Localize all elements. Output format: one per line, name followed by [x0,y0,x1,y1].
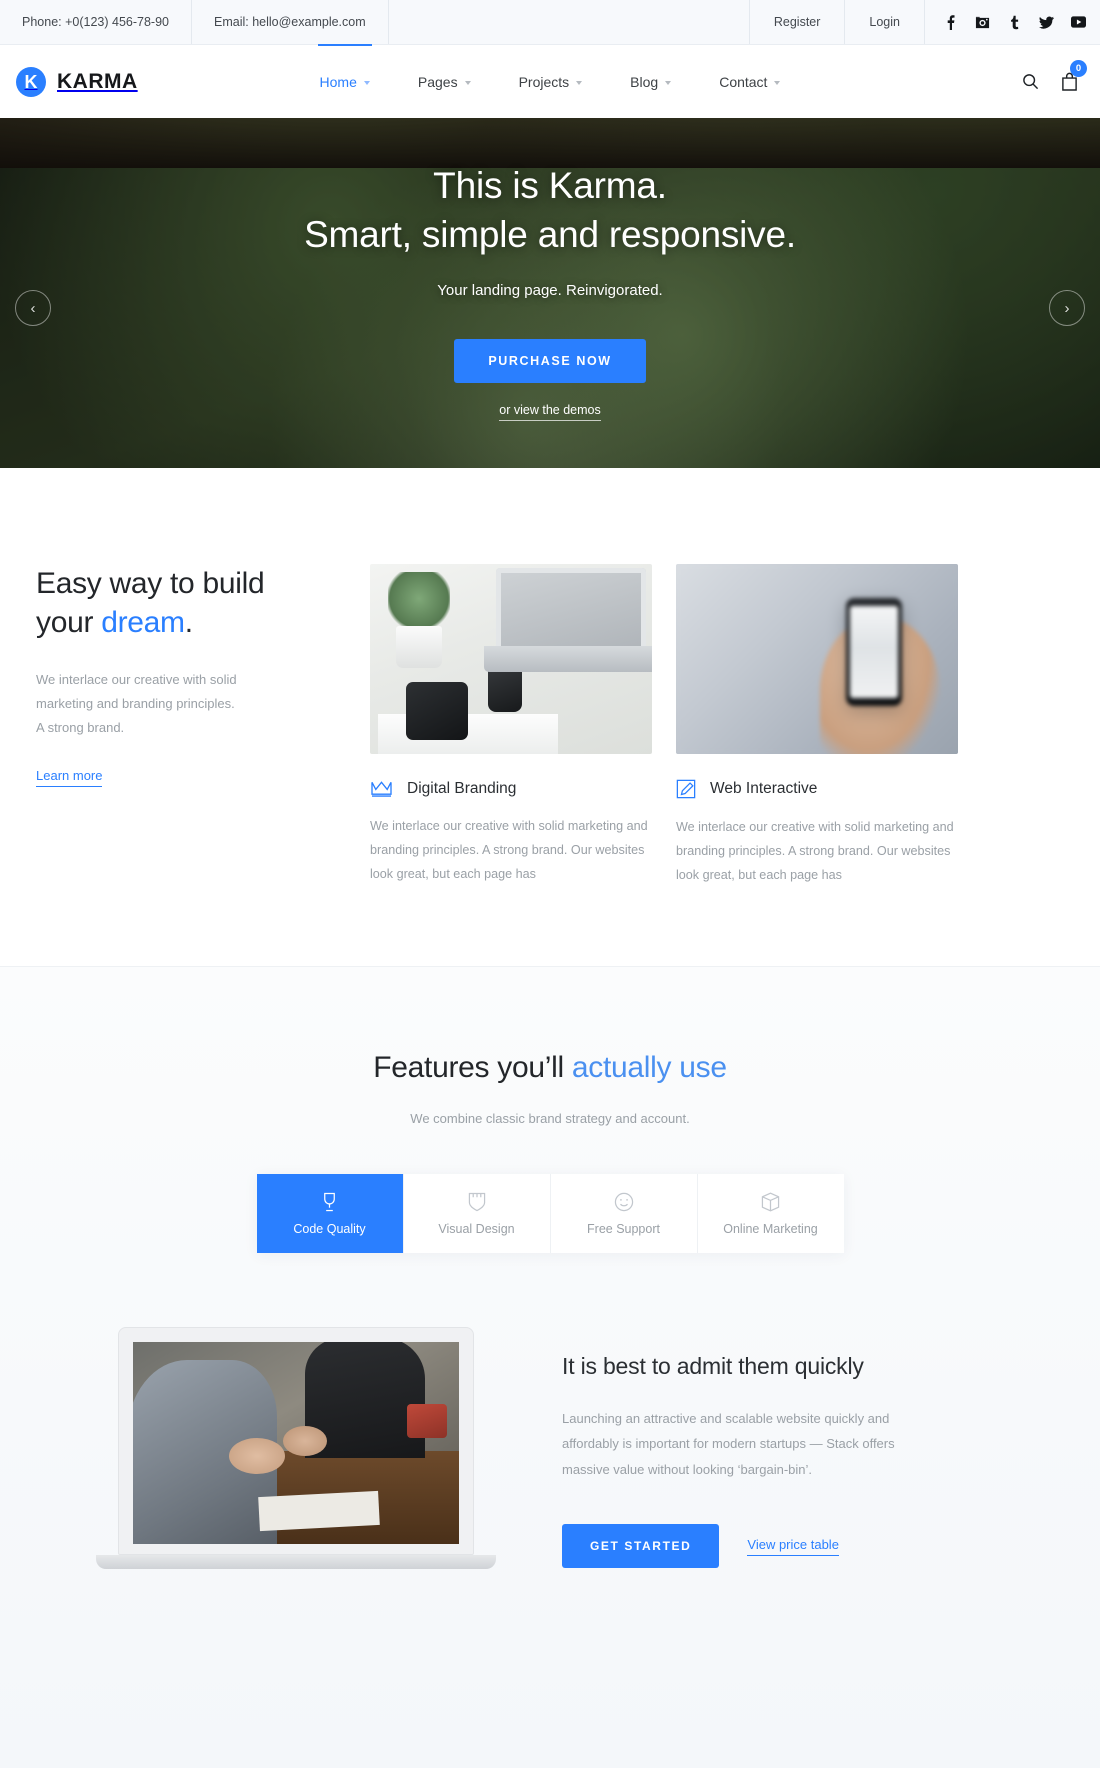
feature-card-text: We interlace our creative with solid mar… [676,820,954,882]
cart-count-badge: 0 [1070,60,1087,77]
hero-content: This is Karma. Smart, simple and respons… [0,118,1100,468]
feature-card-title: Web Interactive [710,780,818,797]
feature-card-title: Digital Branding [407,779,517,797]
twitter-icon[interactable] [1039,15,1054,30]
brand-logo[interactable]: K KARMA [16,66,138,97]
hero-title: This is Karma. Smart, simple and respons… [304,162,796,260]
laptop-mockup-image [96,1327,518,1569]
email-text: Email: hello@example.com [192,0,389,44]
trophy-icon [320,1192,339,1212]
tab-online-marketing-label: Online Marketing [723,1221,818,1236]
top-bar-contact-group: Phone: +0(123) 456-78-90 Email: hello@ex… [0,0,389,44]
build-heading: Easy way to build your dream. [36,564,356,642]
chevron-down-icon [363,80,370,85]
youtube-icon[interactable] [1071,15,1086,30]
smiley-icon [614,1192,634,1212]
top-bar-actions: Register Login [748,0,1100,44]
tab-visual-design-label: Visual Design [438,1221,515,1236]
view-price-table-link[interactable]: View price table [747,1537,839,1556]
tab-free-support[interactable]: Free Support [550,1174,698,1253]
nav-item-home[interactable]: Home [296,44,394,118]
social-links [924,0,1100,44]
nav-item-blog[interactable]: Blog [606,45,695,118]
shield-icon [468,1192,486,1212]
hero-title-line-2: Smart, simple and responsive. [304,213,796,255]
build-heading-line-1: Easy way to build [36,567,265,600]
nav-item-blog-label: Blog [630,73,659,90]
build-intro: Easy way to build your dream. We interla… [36,564,356,966]
nav-item-contact-label: Contact [719,73,768,90]
top-bar: Phone: +0(123) 456-78-90 Email: hello@ex… [0,0,1100,45]
nav-actions: 0 [1022,60,1087,91]
purchase-now-button[interactable]: PURCHASE NOW [454,338,646,383]
instagram-icon[interactable] [975,15,990,30]
box-icon [761,1191,780,1212]
top-bar-spacer [389,0,749,44]
nav-item-contact[interactable]: Contact [695,45,804,118]
feature-card-web-interactive: Web Interactive We interlace our creativ… [676,564,958,966]
build-heading-line-2-prefix: your [36,606,102,639]
feature-card-text: We interlace our creative with solid mar… [370,819,648,881]
feature-card-digital-branding: Digital Branding We interlace our creati… [370,564,652,966]
features-heading-accent: actually use [571,1051,727,1084]
build-heading-period: . [184,606,193,639]
nav-item-projects-label: Projects [518,73,570,90]
hero-title-line-1: This is Karma. [433,165,667,206]
get-started-button[interactable]: GET STARTED [562,1524,720,1569]
feature-card-header: Digital Branding [370,779,652,798]
build-section: Easy way to build your dream. We interla… [0,468,1100,966]
build-paragraph: We interlace our creative with solid mar… [36,672,237,736]
features-panel-content: It is best to admit them quickly Launchi… [562,1327,942,1569]
phone-text: Phone: +0(123) 456-78-90 [0,0,192,44]
panel-title: It is best to admit them quickly [562,1353,864,1379]
view-demos-link[interactable]: or view the demos [499,403,601,421]
tab-code-quality[interactable]: Code Quality [256,1174,404,1253]
chevron-down-icon [576,80,583,85]
facebook-icon[interactable] [943,14,958,30]
login-link[interactable]: Login [844,0,924,44]
features-heading: Features you’ll actually use [0,1051,1100,1085]
feature-card-header: Web Interactive [676,779,958,799]
cart-icon[interactable]: 0 [1061,60,1087,91]
features-subtitle: We combine classic brand strategy and ac… [410,1111,690,1126]
features-section: Features you’ll actually use We combine … [0,966,1100,1768]
chevron-down-icon [464,80,471,85]
build-heading-accent: dream [101,606,185,639]
nav-item-pages[interactable]: Pages [394,45,495,118]
pencil-edit-icon [676,779,696,799]
nav-item-pages-label: Pages [417,73,458,90]
build-cards: Digital Branding We interlace our creati… [370,564,958,966]
tab-visual-design[interactable]: Visual Design [403,1174,551,1253]
features-tabs: Code Quality Visual Design Free Support … [256,1174,844,1253]
main-navigation: K KARMA Home Pages Projects Blog Contact [0,44,1100,118]
features-panel: It is best to admit them quickly Launchi… [0,1327,1100,1569]
search-icon[interactable] [1022,73,1039,90]
brand-name: KARMA [57,69,138,93]
tumblr-icon[interactable] [1007,15,1022,30]
crown-icon [370,779,393,798]
phone-in-hand-photo [676,564,958,754]
nav-item-projects[interactable]: Projects [495,45,607,118]
learn-more-link[interactable]: Learn more [36,768,103,788]
tab-free-support-label: Free Support [587,1221,660,1236]
nav-item-home-label: Home [319,73,357,90]
hero-subtitle: Your landing page. Reinvigorated. [437,281,663,299]
karma-logo-icon: K [16,66,46,97]
panel-text: Launching an attractive and scalable web… [562,1411,895,1477]
panel-actions: GET STARTED View price table [562,1524,942,1569]
nav-menu: Home Pages Projects Blog Contact [0,44,1100,118]
chevron-down-icon [665,80,672,85]
tab-online-marketing[interactable]: Online Marketing [697,1174,844,1253]
hero-slider: ‹ › This is Karma. Smart, simple and res… [0,118,1100,468]
tab-code-quality-label: Code Quality [293,1221,366,1236]
register-link[interactable]: Register [748,0,845,44]
chevron-down-icon [774,80,781,85]
desk-photo [370,564,652,754]
features-heading-prefix: Features you’ll [373,1051,572,1084]
